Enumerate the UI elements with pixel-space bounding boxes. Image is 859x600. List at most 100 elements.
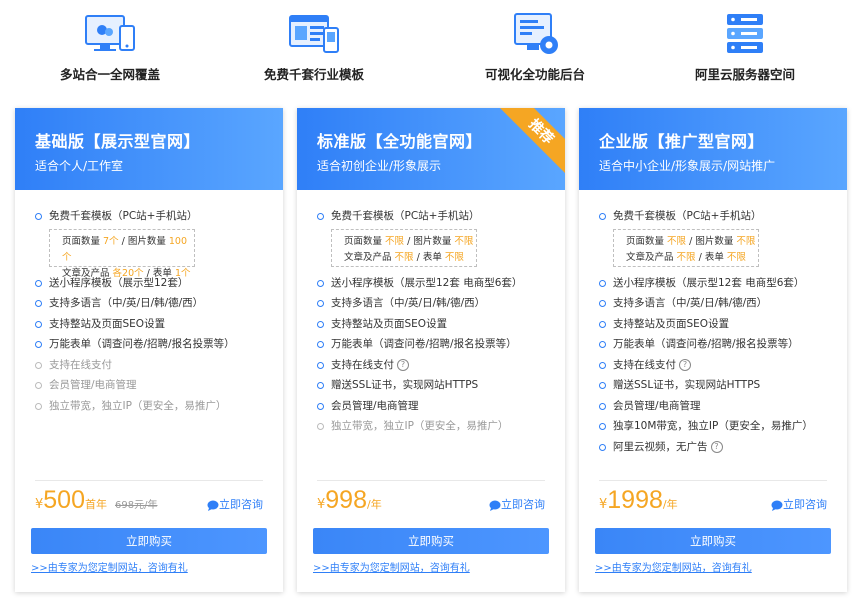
bullet-icon — [317, 402, 324, 410]
bullet-icon — [599, 213, 606, 220]
list-item-disabled: 会员管理/电商管理 — [35, 375, 275, 396]
price: 998 — [325, 486, 367, 514]
expert-link[interactable]: >>由专家为您定制网站，咨询有礼 — [31, 559, 188, 574]
bullet-icon — [35, 213, 42, 220]
plan-title: 基础版【展示型官网】 — [35, 132, 201, 151]
price-row: ¥1998/年 立即咨询 — [599, 486, 827, 516]
list-item: 支持在线支付? — [599, 355, 839, 376]
consult-link[interactable]: 立即咨询 — [771, 496, 827, 512]
bullet-icon — [35, 402, 42, 410]
list-item: 送小程序模板（展示型12套） — [35, 273, 275, 294]
list-item: 支持多语言（中/英/日/韩/德/西） — [599, 293, 839, 314]
bullet-icon — [599, 341, 606, 348]
template-icon — [289, 15, 339, 53]
server-icon — [727, 14, 763, 53]
bullet-icon — [317, 320, 324, 328]
list-item-disabled: 独立带宽，独立IP（更安全，易推广） — [317, 416, 557, 437]
buy-button[interactable]: 立即购买 — [595, 528, 831, 554]
bullet-icon — [599, 300, 606, 307]
list-item: 万能表单（调查问卷/招聘/报名投票等） — [317, 334, 557, 355]
expert-link[interactable]: >>由专家为您定制网站，咨询有礼 — [313, 559, 470, 574]
list-item: 支持整站及页面SEO设置 — [599, 314, 839, 335]
list-item: 赠送SSL证书，实现网站HTTPS — [599, 375, 839, 396]
plan-subtitle: 适合个人/工作室 — [35, 159, 124, 173]
plan-card-basic: 基础版【展示型官网】 适合个人/工作室 免费千套模板（PC站+手机站） 页面数量… — [15, 108, 283, 592]
feature-server: 阿里云服务器空间 — [645, 12, 845, 83]
bullet-icon — [317, 213, 324, 220]
feature-label: 阿里云服务器空间 — [694, 67, 795, 82]
list-item: 送小程序模板（展示型12套 电商型6套） — [599, 273, 839, 294]
plan-title: 企业版【推广型官网】 — [599, 132, 765, 151]
quota-box: 页面数量 7个 / 图片数量 100个 文章及产品 各20个 / 表单 1个 — [49, 228, 195, 279]
bullet-icon — [35, 382, 42, 389]
feature-list: 免费千套模板（PC站+手机站） 页面数量 不限 / 图片数量 不限 文章及产品 … — [599, 206, 839, 457]
plan-card-standard: 标准版【全功能官网】 适合初创企业/形象展示 推荐 免费千套模板（PC站+手机站… — [297, 108, 565, 592]
list-item: 免费千套模板（PC站+手机站） — [599, 206, 839, 227]
list-item-disabled: 独立带宽，独立IP（更安全，易推广） — [35, 396, 275, 417]
bullet-icon — [317, 423, 324, 430]
multi-device-icon — [85, 15, 135, 51]
list-item: 支持多语言（中/英/日/韩/德/西） — [35, 293, 275, 314]
plan-subtitle: 适合初创企业/形象展示 — [317, 159, 442, 173]
bullet-icon — [35, 279, 42, 287]
bullet-icon — [599, 279, 606, 287]
consult-link[interactable]: 立即咨询 — [489, 496, 545, 512]
list-item: 支持整站及页面SEO设置 — [317, 314, 557, 335]
bullet-icon — [599, 361, 606, 369]
original-price: 698元/年 — [115, 500, 158, 511]
plan-header: 企业版【推广型官网】 适合中小企业/形象展示/网站推广 — [579, 108, 847, 190]
recommend-ribbon: 推荐 — [495, 108, 565, 178]
feature-label: 多站合一全网覆盖 — [59, 67, 160, 82]
bullet-icon — [599, 382, 606, 389]
list-item: 阿里云视频，无广告? — [599, 437, 839, 458]
quota-box: 页面数量 不限 / 图片数量 不限 文章及产品 不限 / 表单 不限 — [613, 228, 759, 267]
buy-button[interactable]: 立即购买 — [313, 528, 549, 554]
list-item: 万能表单（调查问卷/招聘/报名投票等） — [599, 334, 839, 355]
quota-box: 页面数量 不限 / 图片数量 不限 文章及产品 不限 / 表单 不限 — [331, 228, 477, 267]
bullet-icon — [599, 423, 606, 430]
help-icon[interactable]: ? — [710, 440, 723, 453]
bullet-icon — [599, 402, 606, 410]
chat-icon — [771, 500, 783, 511]
bullet-icon — [35, 320, 42, 328]
chat-icon — [207, 500, 219, 511]
list-item: 万能表单（调查问卷/招聘/报名投票等） — [35, 334, 275, 355]
plan-title: 标准版【全功能官网】 — [317, 132, 483, 151]
bullet-icon — [35, 361, 42, 369]
price-row: ¥500首年 698元/年 立即咨询 — [35, 486, 263, 516]
plan-subtitle: 适合中小企业/形象展示/网站推广 — [599, 159, 776, 173]
price-row: ¥998/年 立即咨询 — [317, 486, 545, 516]
consult-link[interactable]: 立即咨询 — [207, 496, 263, 512]
plan-header: 基础版【展示型官网】 适合个人/工作室 — [15, 108, 283, 190]
list-item: 会员管理/电商管理 — [317, 396, 557, 417]
list-item: 独享10M带宽，独立IP（更安全，易推广） — [599, 416, 839, 437]
bullet-icon — [317, 300, 324, 307]
feature-templates: 免费千套行业模板 — [214, 12, 414, 83]
list-item: 送小程序模板（展示型12套 电商型6套） — [317, 273, 557, 294]
bullet-icon — [35, 300, 42, 307]
help-icon[interactable]: ? — [679, 358, 691, 371]
divider — [35, 480, 263, 481]
feature-label: 可视化全功能后台 — [484, 67, 585, 82]
recommend-badge: 推荐 — [497, 108, 565, 176]
bullet-icon — [35, 341, 42, 348]
price-unit: 首年 — [85, 498, 107, 511]
feature-multi-site: 多站合一全网覆盖 — [10, 12, 210, 83]
bullet-icon — [317, 279, 324, 287]
divider — [599, 480, 827, 481]
buy-button[interactable]: 立即购买 — [31, 528, 267, 554]
list-item: 免费千套模板（PC站+手机站） — [35, 206, 275, 227]
feature-list: 免费千套模板（PC站+手机站） 页面数量 不限 / 图片数量 不限 文章及产品 … — [317, 206, 557, 437]
price-unit: /年 — [662, 498, 678, 511]
help-icon[interactable]: ? — [397, 358, 409, 371]
price-unit: /年 — [367, 498, 382, 511]
bullet-icon — [599, 443, 606, 451]
bullet-icon — [317, 361, 324, 369]
list-item: 会员管理/电商管理 — [599, 396, 839, 417]
feature-list: 免费千套模板（PC站+手机站） 页面数量 7个 / 图片数量 100个 文章及产… — [35, 206, 275, 416]
bullet-icon — [317, 382, 324, 389]
feature-label: 免费千套行业模板 — [263, 67, 364, 82]
price: 1998 — [607, 486, 663, 514]
expert-link[interactable]: >>由专家为您定制网站，咨询有礼 — [595, 559, 752, 574]
price: 500 — [43, 486, 85, 514]
